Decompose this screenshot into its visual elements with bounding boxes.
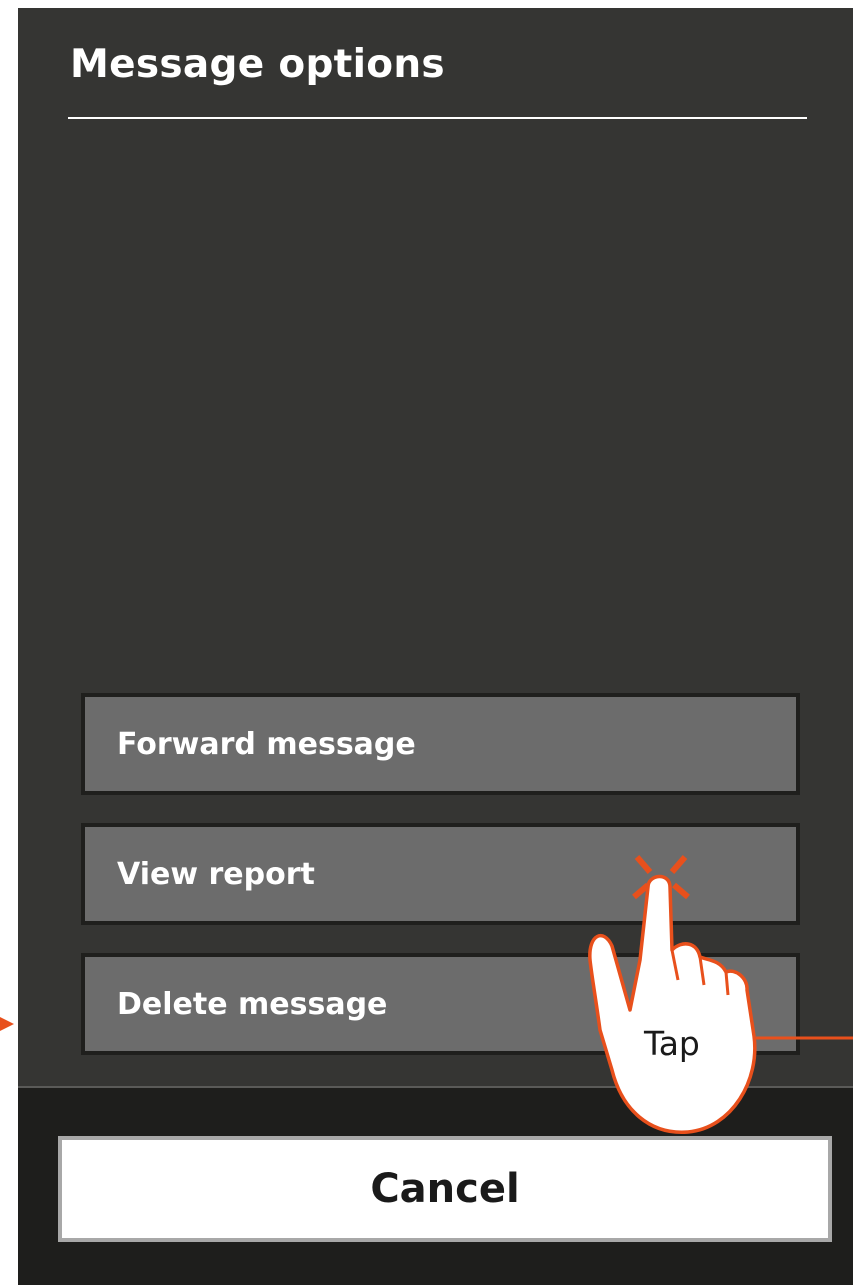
sheet-title: Message options xyxy=(70,42,445,87)
left-arrow-icon xyxy=(0,1017,14,1031)
delete-message-label: Delete message xyxy=(117,986,388,1022)
tap-annotation-label: Tap xyxy=(644,1024,700,1063)
sheet-footer: Cancel xyxy=(18,1086,853,1285)
message-options-sheet: Message options Forward message View rep… xyxy=(18,8,853,1285)
cancel-label: Cancel xyxy=(370,1166,520,1212)
view-report-button[interactable]: View report xyxy=(81,823,800,925)
cancel-button[interactable]: Cancel xyxy=(58,1136,832,1242)
view-report-label: View report xyxy=(117,856,315,892)
forward-message-label: Forward message xyxy=(117,726,416,762)
title-divider xyxy=(68,117,807,119)
forward-message-button[interactable]: Forward message xyxy=(81,693,800,795)
